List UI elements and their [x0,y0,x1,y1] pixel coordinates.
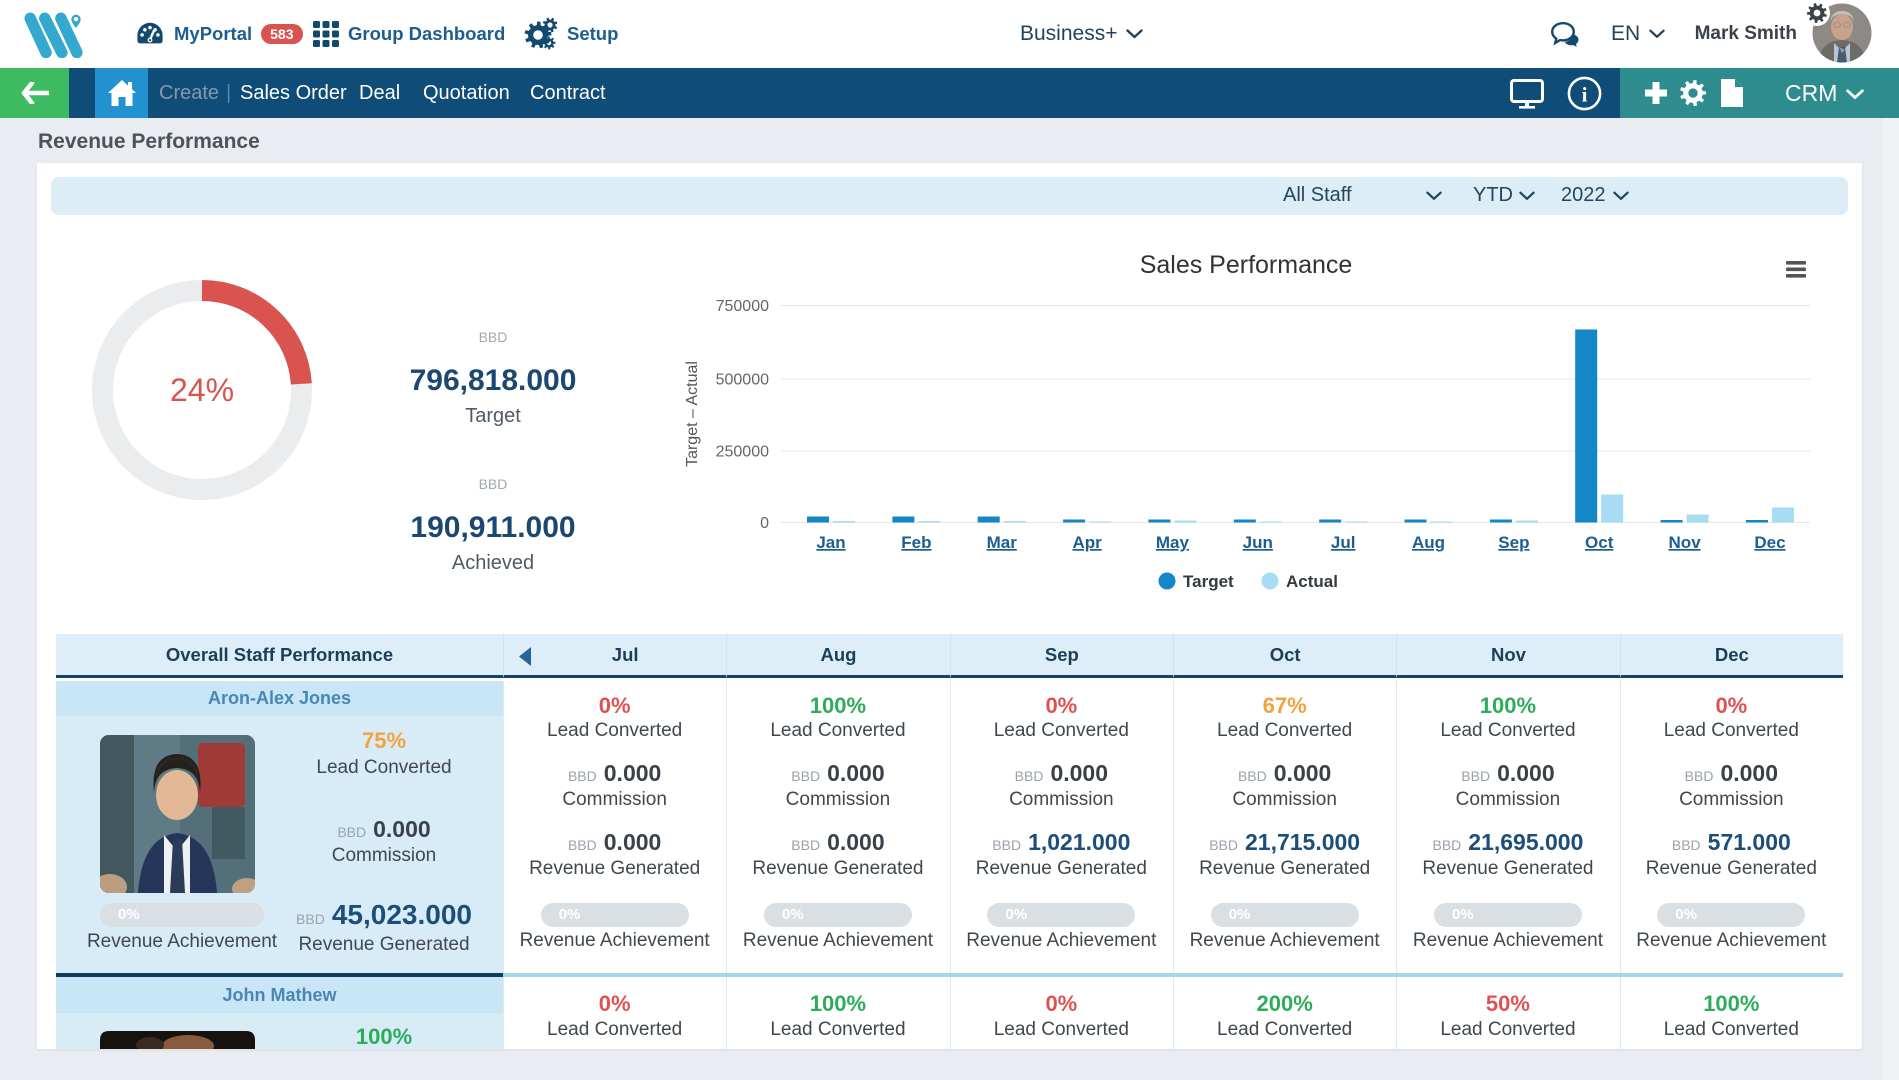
svg-text:Oct: Oct [1585,533,1614,552]
svg-text:Apr: Apr [1072,533,1102,552]
svg-text:Mar: Mar [987,533,1018,552]
svg-text:May: May [1156,533,1190,552]
svg-text:750000: 750000 [716,298,769,315]
svg-text:24%: 24% [170,372,234,408]
svg-text:i: i [1582,83,1588,107]
svg-text:Sep: Sep [1498,533,1529,552]
svg-text:Actual: Actual [1286,572,1338,591]
svg-text:Target – Actual: Target – Actual [684,361,701,467]
svg-text:Sales Performance: Sales Performance [1140,251,1353,279]
svg-text:0: 0 [760,515,769,532]
svg-text:Jan: Jan [816,533,845,552]
svg-text:Dec: Dec [1754,533,1785,552]
svg-text:Feb: Feb [901,533,931,552]
svg-text:250000: 250000 [716,444,769,461]
svg-text:500000: 500000 [716,372,769,389]
svg-text:Jul: Jul [1331,533,1356,552]
svg-text:Jun: Jun [1243,533,1273,552]
svg-text:Target: Target [1183,572,1234,591]
svg-text:Nov: Nov [1669,533,1702,552]
svg-text:Aug: Aug [1412,533,1445,552]
